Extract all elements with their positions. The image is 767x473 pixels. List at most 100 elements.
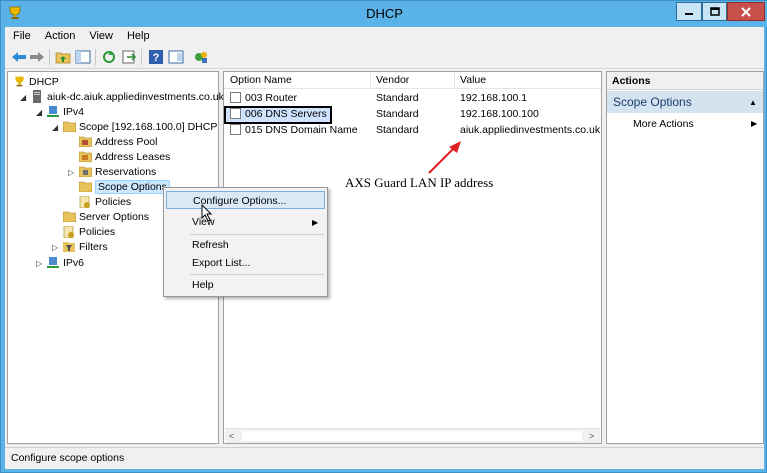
menu-action[interactable]: Action — [45, 30, 76, 42]
folder-icon — [78, 135, 92, 148]
maximize-button[interactable] — [702, 2, 727, 21]
back-arrow-icon[interactable] — [11, 49, 27, 65]
policy-icon — [62, 225, 76, 238]
window-title: DHCP — [366, 6, 403, 21]
option-icon — [230, 92, 241, 103]
option-vendor: Standard — [376, 124, 419, 136]
tree-label: Address Leases — [95, 150, 171, 163]
tree-item-policies[interactable]: Policies — [62, 224, 115, 239]
table-row-selected[interactable]: 006 DNS Servers Standard 192.168.100.100 — [224, 106, 601, 124]
tree-label: Policies — [79, 225, 116, 238]
tree-label: DHCP — [29, 75, 59, 88]
annotation-text: AXS Guard LAN IP address — [345, 175, 494, 190]
tree-label: IPv6 — [63, 256, 85, 269]
collapse-arrow-icon[interactable]: ◢ — [36, 108, 42, 117]
option-value: 192.168.100.1 — [460, 92, 528, 104]
tree-item-reservations[interactable]: Reservations — [78, 164, 156, 179]
refresh-icon[interactable] — [101, 49, 117, 65]
table-row[interactable]: 003 Router Standard 192.168.100.1 — [224, 90, 601, 106]
menu-item-view[interactable]: View — [166, 213, 325, 231]
minimize-icon — [685, 12, 693, 15]
tree-label: Policies — [95, 195, 132, 208]
tree-label: Server Options — [79, 210, 150, 223]
tree-item-filters[interactable]: Filters — [62, 239, 108, 254]
menu-item-help[interactable]: Help — [166, 276, 325, 294]
dhcp-window: DHCP File Action View Help ? DHCP ◢ aiuk… — [0, 0, 767, 473]
menu-item-refresh[interactable]: Refresh — [166, 236, 325, 254]
menu-bar: File Action View Help — [5, 27, 764, 45]
folder-icon — [78, 165, 92, 178]
up-folder-icon[interactable] — [55, 49, 71, 65]
expand-arrow-icon[interactable]: ▷ — [36, 259, 42, 268]
policy-icon — [78, 195, 92, 208]
actions-section-scope-options[interactable]: Scope Options — [607, 91, 763, 113]
toolbar: ? — [5, 45, 764, 69]
folder-icon — [78, 180, 92, 193]
scroll-left-icon[interactable]: < — [229, 431, 234, 441]
close-icon — [741, 6, 751, 17]
server-tower-icon — [30, 90, 44, 103]
tree-item-address-pool[interactable]: Address Pool — [78, 134, 157, 149]
horizontal-scrollbar[interactable]: < > — [225, 428, 600, 443]
column-value[interactable]: Value — [460, 74, 486, 86]
show-hide-tree-icon[interactable] — [75, 49, 91, 65]
title-bar[interactable]: DHCP — [1, 1, 767, 27]
tree-item-dhcp[interactable]: DHCP — [12, 74, 59, 89]
menu-file[interactable]: File — [13, 30, 31, 42]
tree-item-scope-options[interactable]: Scope Options — [78, 179, 170, 194]
more-actions-link[interactable]: More Actions — [633, 118, 694, 130]
minimize-button[interactable] — [676, 2, 702, 21]
tree-item-server-options[interactable]: Server Options — [62, 209, 149, 224]
help-icon[interactable]: ? — [148, 49, 164, 65]
collapse-arrow-icon[interactable]: ◢ — [52, 123, 58, 132]
tree-item-scope[interactable]: Scope [192.168.100.0] DHCP — [62, 119, 217, 134]
tree-item-scope-policies[interactable]: Policies — [78, 194, 131, 209]
actions-header: Actions — [607, 72, 763, 90]
menu-item-configure-options[interactable]: Configure Options... — [166, 191, 325, 209]
option-value: aiuk.appliedinvestments.co.uk — [460, 124, 601, 136]
export-icon[interactable] — [121, 49, 137, 65]
scroll-right-icon[interactable]: > — [589, 431, 594, 441]
scrollbar-track[interactable] — [242, 431, 582, 441]
option-icon — [230, 124, 241, 135]
svg-text:?: ? — [153, 52, 160, 64]
folder-icon — [62, 120, 76, 133]
menu-view[interactable]: View — [89, 30, 113, 42]
server-icon[interactable] — [193, 49, 209, 65]
menu-item-export-list[interactable]: Export List... — [166, 254, 325, 272]
column-vendor[interactable]: Vendor — [376, 74, 409, 86]
tree-item-ipv6[interactable]: IPv6 — [46, 255, 84, 270]
tree-label: Scope Options — [95, 179, 170, 194]
client-area: File Action View Help ? DHCP ◢ aiuk-dc.a… — [5, 27, 764, 469]
expand-arrow-icon[interactable]: ▷ — [68, 168, 74, 177]
annotation-arrow-icon — [428, 141, 461, 174]
menu-help[interactable]: Help — [127, 30, 150, 42]
tree-item-ipv4[interactable]: IPv4 — [46, 104, 84, 119]
list-header: Option Name Vendor Value — [224, 72, 601, 89]
properties-icon[interactable] — [168, 49, 184, 65]
forward-arrow-icon[interactable] — [29, 49, 45, 65]
collapse-arrow-icon[interactable]: ◢ — [20, 93, 26, 102]
submenu-arrow-icon: ▶ — [751, 119, 758, 128]
tree-item-address-leases[interactable]: Address Leases — [78, 149, 170, 164]
tree-item-server[interactable]: aiuk-dc.aiuk.appliedinvestments.co.uk — [30, 89, 224, 104]
collapse-up-icon[interactable]: ▲ — [749, 98, 757, 107]
option-vendor: Standard — [376, 92, 419, 104]
submenu-arrow-icon: ▶ — [312, 218, 319, 227]
actions-pane: Actions Scope Options ▲ More Actions ▶ — [606, 71, 764, 444]
context-menu: Configure Options... View ▶ Refresh Expo… — [163, 187, 328, 297]
table-row[interactable]: 015 DNS Domain Name Standard aiuk.applie… — [224, 122, 601, 138]
close-button[interactable] — [727, 2, 765, 21]
tree-label: IPv4 — [63, 105, 85, 118]
folder-icon — [62, 210, 76, 223]
maximize-icon — [709, 6, 720, 16]
status-bar: Configure scope options — [5, 447, 764, 467]
network-icon — [46, 105, 60, 118]
column-option-name[interactable]: Option Name — [230, 74, 292, 86]
status-text: Configure scope options — [11, 452, 125, 464]
option-name: 003 Router — [245, 92, 297, 104]
tree-label: Scope [192.168.100.0] DHCP — [79, 120, 218, 133]
expand-arrow-icon[interactable]: ▷ — [52, 243, 58, 252]
option-name: 006 DNS Servers — [245, 108, 327, 120]
tree-label: Address Pool — [95, 135, 158, 148]
